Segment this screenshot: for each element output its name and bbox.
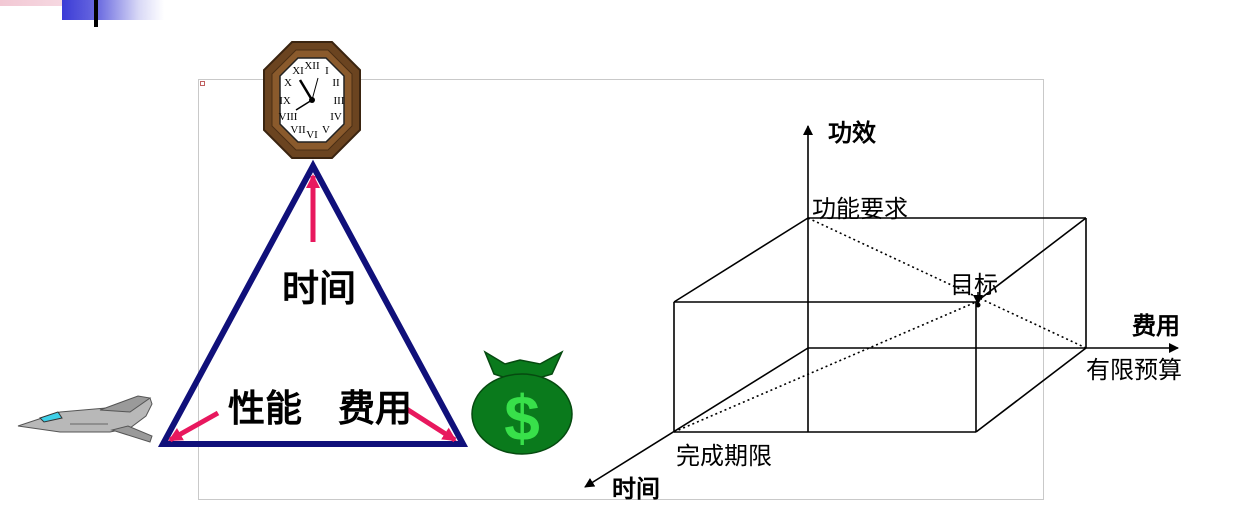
svg-text:I: I bbox=[325, 65, 329, 77]
completion-deadline-label: 完成期限 bbox=[676, 442, 772, 470]
svg-text:II: II bbox=[332, 77, 340, 89]
axis-y-label: 功效 bbox=[828, 119, 876, 147]
svg-text:V: V bbox=[322, 124, 330, 136]
svg-text:VI: VI bbox=[306, 129, 318, 141]
function-requirement-label: 功能要求 bbox=[812, 195, 908, 223]
svg-text:X: X bbox=[284, 77, 292, 89]
svg-text:$: $ bbox=[504, 382, 540, 454]
limited-budget-label: 有限预算 bbox=[1086, 356, 1182, 384]
axis-x-label: 费用 bbox=[1132, 312, 1180, 340]
triangle-cost-label: 费用 bbox=[338, 387, 412, 430]
target-guides bbox=[673, 217, 1087, 433]
svg-text:IV: IV bbox=[330, 111, 342, 123]
jet-fighter-icon bbox=[17, 395, 153, 443]
money-bag-icon: $ bbox=[471, 350, 573, 455]
triangle-time-label: 时间 bbox=[282, 267, 356, 310]
clock-icon: XII I II III IV V VI VII VIII IX X XI bbox=[263, 41, 361, 159]
constraint-box bbox=[673, 217, 1087, 433]
axis-z-label: 时间 bbox=[612, 475, 660, 503]
svg-text:VIII: VIII bbox=[279, 111, 298, 123]
svg-text:VII: VII bbox=[290, 124, 306, 136]
diagram-canvas: XII I II III IV V VI VII VIII IX X XI $ bbox=[17, 41, 1179, 488]
svg-text:IX: IX bbox=[279, 95, 291, 107]
triangle-performance-label: 性能 bbox=[228, 387, 302, 430]
svg-text:XI: XI bbox=[292, 65, 304, 77]
svg-text:XII: XII bbox=[304, 60, 320, 72]
target-label: 目标 bbox=[950, 271, 998, 299]
svg-text:III: III bbox=[334, 95, 345, 107]
